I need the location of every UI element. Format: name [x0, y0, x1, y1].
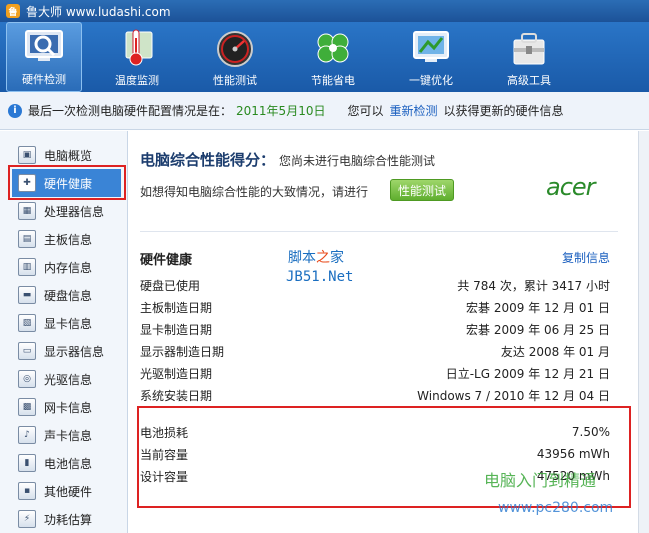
- monitor-magnifier-icon: [23, 27, 65, 67]
- other-hardware-icon: ▪: [18, 482, 36, 500]
- sound-card-icon: ♪: [18, 426, 36, 444]
- power-estimate-icon: ⚡: [18, 510, 36, 528]
- sidebar-item-network[interactable]: ▩ 网卡信息: [0, 393, 127, 421]
- you-can-text: 您可以: [347, 104, 384, 118]
- info-row: 显示器制造日期 友达 2008 年 01 月: [140, 344, 610, 359]
- window-title: 鲁大师 www.ludashi.com: [26, 4, 171, 19]
- motherboard-icon: ▤: [18, 230, 36, 248]
- info-row: 显卡制造日期 宏碁 2009 年 06 月 25 日: [140, 322, 610, 337]
- optimize-monitor-icon: [410, 28, 452, 68]
- ludashi-logo-icon: 鲁: [6, 4, 20, 18]
- sidebar-item-battery[interactable]: ▮ 电池信息: [0, 449, 127, 477]
- info-row: 硬盘已使用共 784 次，累计 3417 小时: [140, 278, 610, 293]
- toolbox-icon: [508, 28, 550, 68]
- network-card-icon: ▩: [18, 398, 36, 416]
- cpu-icon: ▦: [18, 202, 36, 220]
- rescan-link[interactable]: 重新检测: [389, 102, 437, 119]
- clover-icon: [312, 28, 354, 68]
- sidebar-item-optical-drive[interactable]: ◎ 光驱信息: [0, 365, 127, 393]
- brand-logo: acer: [546, 173, 596, 201]
- harddisk-icon: ▬: [18, 286, 36, 304]
- sidebar-item-monitor[interactable]: ▭ 显示器信息: [0, 337, 127, 365]
- info-row: 光驱制造日期 日立-LG 2009 年 12 月 21 日: [140, 366, 610, 381]
- info-row: 系统安装日期 Windows 7 / 2010 年 12 月 04 日: [140, 388, 610, 403]
- hardware-health-title: 硬件健康: [140, 253, 193, 268]
- battery-icon: ▮: [18, 454, 36, 472]
- sidebar-item-memory[interactable]: ▥ 内存信息: [0, 253, 127, 281]
- disc-icon: ◎: [18, 370, 36, 388]
- tab-temperature-monitor[interactable]: 温度监测: [88, 22, 186, 92]
- score-hint: 如想得知电脑综合性能的大致情况，请进行: [140, 185, 369, 199]
- tab-power-saving[interactable]: 节能省电: [284, 22, 382, 92]
- main-toolbar: 硬件检测 温度监测 性能测试 节能省电 一键优化 高级工具: [0, 22, 649, 92]
- sidebar-item-power-estimate[interactable]: ⚡ 功耗估算: [0, 505, 127, 533]
- highlight-box-sidebar: [8, 165, 126, 200]
- title-bar: 鲁 鲁大师 www.ludashi.com: [0, 0, 649, 22]
- info-row: 主板制造日期 宏碁 2009 年 12 月 01 日: [140, 300, 610, 315]
- monitor-icon: ▭: [18, 342, 36, 360]
- tab-one-click-optimize[interactable]: 一键优化: [382, 22, 480, 92]
- watermark-jb51-cn: 脚本之家: [288, 250, 344, 266]
- sidebar-item-other-hardware[interactable]: ▪ 其他硬件: [0, 477, 127, 505]
- performance-test-button[interactable]: 性能测试: [390, 179, 454, 201]
- last-scan-info-bar: i 最后一次检测电脑硬件配置情况是在： 2011年5月10日 您可以 重新检测 …: [0, 92, 649, 130]
- sidebar-item-harddisk[interactable]: ▬ 硬盘信息: [0, 281, 127, 309]
- score-note: 您尚未进行电脑综合性能测试: [279, 154, 436, 168]
- sidebar-item-sound[interactable]: ♪ 声卡信息: [0, 421, 127, 449]
- last-scan-suffix: 以获得更新的硬件信息: [443, 104, 564, 118]
- sidebar-item-cpu[interactable]: ▦ 处理器信息: [0, 197, 127, 225]
- speedometer-icon: [214, 28, 256, 68]
- memory-icon: ▥: [18, 258, 36, 276]
- sidebar-item-motherboard[interactable]: ▤ 主板信息: [0, 225, 127, 253]
- computer-icon: ▣: [18, 146, 36, 164]
- section-divider: [140, 231, 618, 232]
- thermometer-icon: [116, 28, 158, 68]
- score-title: 电脑综合性能得分： 您尚未进行电脑综合性能测试: [140, 151, 436, 169]
- copy-info-link[interactable]: 复制信息: [562, 249, 610, 266]
- watermark-pc280-cn: 电脑入门到精通: [484, 471, 597, 490]
- vertical-scrollbar[interactable]: [638, 131, 649, 533]
- sidebar-item-graphics[interactable]: ▧ 显卡信息: [0, 309, 127, 337]
- tab-hardware-detect[interactable]: 硬件检测: [6, 22, 82, 92]
- graphics-card-icon: ▧: [18, 314, 36, 332]
- highlight-box-battery: [137, 406, 631, 508]
- info-icon: i: [8, 103, 22, 118]
- watermark-pc280-url: www.pc280.com: [498, 500, 614, 516]
- last-scan-prefix: 最后一次检测电脑硬件配置情况是在：: [28, 104, 233, 118]
- last-scan-date: 2011年5月10日: [236, 104, 326, 118]
- tab-performance-test[interactable]: 性能测试: [186, 22, 284, 92]
- tab-advanced-tools[interactable]: 高级工具: [480, 22, 578, 92]
